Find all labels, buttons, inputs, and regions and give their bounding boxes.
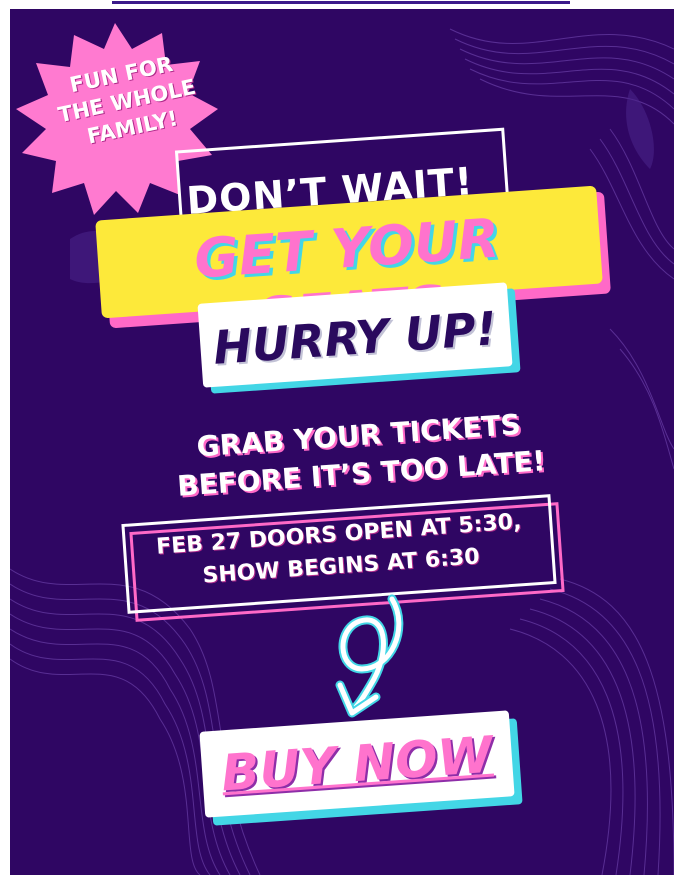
top-link-underline[interactable]: [112, 1, 570, 4]
event-poster: FUN FOR THE WHOLE FAMILY! DON’T WAIT! GE…: [10, 9, 674, 875]
top-link-bar: [0, 0, 674, 8]
